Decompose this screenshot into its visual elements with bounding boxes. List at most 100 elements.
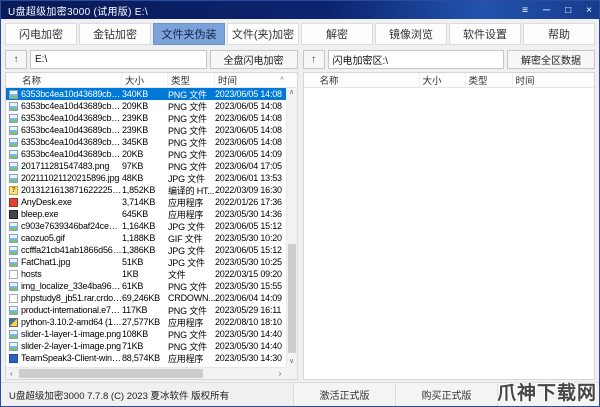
file-date: 2023/05/30 15:55 [215,281,282,291]
encrypt-all-button[interactable]: 全盘闪电加密 [209,50,298,69]
main-area: ↑ 全盘闪电加密 名称 大小 类型 时间 ^ 6353bc4ea10d43689… [1,49,599,382]
column-header-date[interactable]: 时间 [513,73,595,87]
tab-settings[interactable]: 软件设置 [449,23,521,45]
scroll-down-icon[interactable]: ∨ [287,357,297,367]
table-row[interactable]: FatChat1.jpg 51KB JPG 文件 2023/05/30 10:2… [6,256,286,268]
table-row[interactable]: hosts 1KB 文件 2022/03/15 09:20 [6,268,286,280]
scrollbar-corner [285,367,297,379]
file-size: 97KB [122,161,144,171]
file-name: TeamSpeak3-Client-win64-3... [21,353,122,363]
file-type: CRDOWN... [168,293,215,303]
column-header-date[interactable]: 时间 [215,73,297,87]
menu-icon[interactable]: ≡ [522,5,528,16]
decrypt-all-button[interactable]: 解密全区数据 [507,50,595,69]
table-row[interactable]: 6353bc4ea10d43689cb983a... 209KB PNG 文件 … [6,100,286,112]
file-name: 6353bc4ea10d43689cb983a... [21,137,122,147]
column-header-name[interactable]: 名称 [304,73,420,87]
tab-gold-encrypt[interactable]: 金钻加密 [79,23,151,45]
file-name: slider-2-layer-1-image.png [21,341,121,351]
scroll-right-icon[interactable]: › [275,368,286,379]
table-row[interactable]: 201711281547483.png 97KB PNG 文件 2023/06/… [6,160,286,172]
help-file-icon [9,185,18,195]
image-file-icon [9,89,18,99]
file-name: python-3.10.2-amd64 (1).exe [21,317,122,327]
maximize-icon[interactable]: □ [565,5,571,16]
minimize-icon[interactable]: ─ [543,5,550,16]
zone-list-header: 名称 大小 类型 时间 [303,73,595,88]
table-row[interactable]: caozuo5.gif 1,188KB GIF 文件 2023/05/30 10… [6,232,286,244]
file-date: 2023/05/30 14:36 [215,209,282,219]
table-row[interactable]: 6353bc4ea10d43689cb983a... 20KB PNG 文件 2… [6,148,286,160]
tab-flash-encrypt[interactable]: 闪电加密 [5,23,77,45]
tab-image-browse[interactable]: 镜像浏览 [375,23,447,45]
file-date: 2022/03/09 16:30 [215,185,282,195]
table-row[interactable]: python-3.10.2-amd64 (1).exe 27,577KB 应用程… [6,316,286,328]
file-size: 209KB [122,101,149,111]
tab-help[interactable]: 帮助 [523,23,595,45]
tab-file-encrypt[interactable]: 文件(夹)加密 [227,23,299,45]
table-row[interactable]: slider-2-layer-1-image.png 71KB PNG 文件 2… [6,340,286,352]
file-date: 2022/01/26 17:36 [215,197,282,207]
app-window: U盘超级加密3000 (试用版) E:\ ≡ ─ □ × 闪电加密 金钻加密 文件夹… [0,0,600,407]
table-row[interactable]: 6353bc4ea10d43689cb983a... 239KB PNG 文件 … [6,124,286,136]
copyright-text: U盘超级加密3000 7.7.8 (C) 2023 夏冰软件 版权所有 [9,390,230,402]
file-name: 6353bc4ea10d43689cb983a... [21,125,122,135]
file-name: phpstudy8_jb51.rar.crdownl... [21,293,122,303]
table-row[interactable]: AnyDesk.exe 3,714KB 应用程序 2022/01/26 17:3… [6,196,286,208]
scroll-left-icon[interactable]: ‹ [6,368,17,379]
horizontal-scrollbar[interactable]: ‹ › [6,367,286,379]
column-header-size[interactable]: 大小 [122,73,168,87]
file-size: 117KB [122,305,148,315]
file-name: product-international.e74b5... [21,305,122,315]
table-row[interactable]: ccfffa21cb41ab1866d5673e4... 1,386KB JPG… [6,244,286,256]
table-row[interactable]: 202111021120215896.jpg 48KB JPG 文件 2023/… [6,172,286,184]
image-file-icon [9,149,18,159]
column-header-size[interactable]: 大小 [420,73,466,87]
activate-button[interactable]: 激活正式版 [293,383,395,406]
column-header-type[interactable]: 类型 [466,73,513,87]
table-row[interactable]: 6353bc4ea10d43689cb983a... 239KB PNG 文件 … [6,112,286,124]
table-row[interactable]: 201312161387162222510.chm 1,852KB 编译的 HT… [6,184,286,196]
file-date: 2023/06/05 14:09 [215,149,282,159]
tab-decrypt[interactable]: 解密 [301,23,373,45]
image-file-icon [9,113,18,123]
disk-path-input[interactable] [30,50,207,69]
file-name: 6353bc4ea10d43689cb983a... [21,113,122,123]
horizontal-scrollbar-thumb[interactable] [19,369,204,378]
purchase-button[interactable]: 购买正式版 [395,383,497,406]
table-row[interactable]: phpstudy8_jb51.rar.crdownl... 69,246KB C… [6,292,286,304]
disk-file-list: 6353bc4ea10d43689cb983a... 340KB PNG 文件 … [6,88,286,367]
table-row[interactable]: product-international.e74b5... 117KB PNG… [6,304,286,316]
application-python-icon [9,317,18,327]
vertical-scrollbar-thumb[interactable] [287,244,296,354]
table-row[interactable]: TeamSpeak3-Client-win64-3... 88,574KB 应用… [6,352,286,364]
scroll-up-icon[interactable]: ∧ [287,88,297,98]
file-size: 1,852KB [122,185,156,195]
tab-folder-disguise[interactable]: 文件夹伪装 [153,23,225,45]
file-date: 2023/05/30 14:30 [215,353,282,363]
image-file-icon [9,245,18,255]
up-button-disk[interactable]: ↑ [5,50,27,69]
zone-path-input[interactable] [327,50,504,69]
table-row[interactable]: bleep.exe 645KB 应用程序 2023/05/30 14:36 [6,208,286,220]
plain-file-icon [9,293,18,303]
table-row[interactable]: slider-1-layer-1-image.png 108KB PNG 文件 … [6,328,286,340]
close-icon[interactable]: × [586,5,592,16]
table-row[interactable]: 6353bc4ea10d43689cb983a... 340KB PNG 文件 … [6,88,286,100]
zone-file-listbox: 名称 大小 类型 时间 [302,72,595,380]
plain-file-icon [9,269,18,279]
table-row[interactable]: 6353bc4ea10d43689cb983a... 345KB PNG 文件 … [6,136,286,148]
up-button-zone[interactable]: ↑ [302,50,325,69]
vertical-scrollbar[interactable]: ∧ ∨ [285,88,297,367]
column-header-type[interactable]: 类型 [168,73,215,87]
file-name: hosts [21,269,42,279]
table-row[interactable]: c903e7639346baf24ce9d375... 1,164KB JPG … [6,220,286,232]
file-name: img_localize_33e4ba965dab... [21,281,122,291]
table-row[interactable]: img_localize_33e4ba965dab... 61KB PNG 文件… [6,280,286,292]
image-file-icon [9,161,18,171]
file-size: 239KB [122,125,149,135]
image-file-icon [9,173,18,183]
file-name: 6353bc4ea10d43689cb983a... [21,89,122,99]
file-name: 201711281547483.png [21,161,110,171]
column-header-name[interactable]: 名称 [6,73,122,87]
